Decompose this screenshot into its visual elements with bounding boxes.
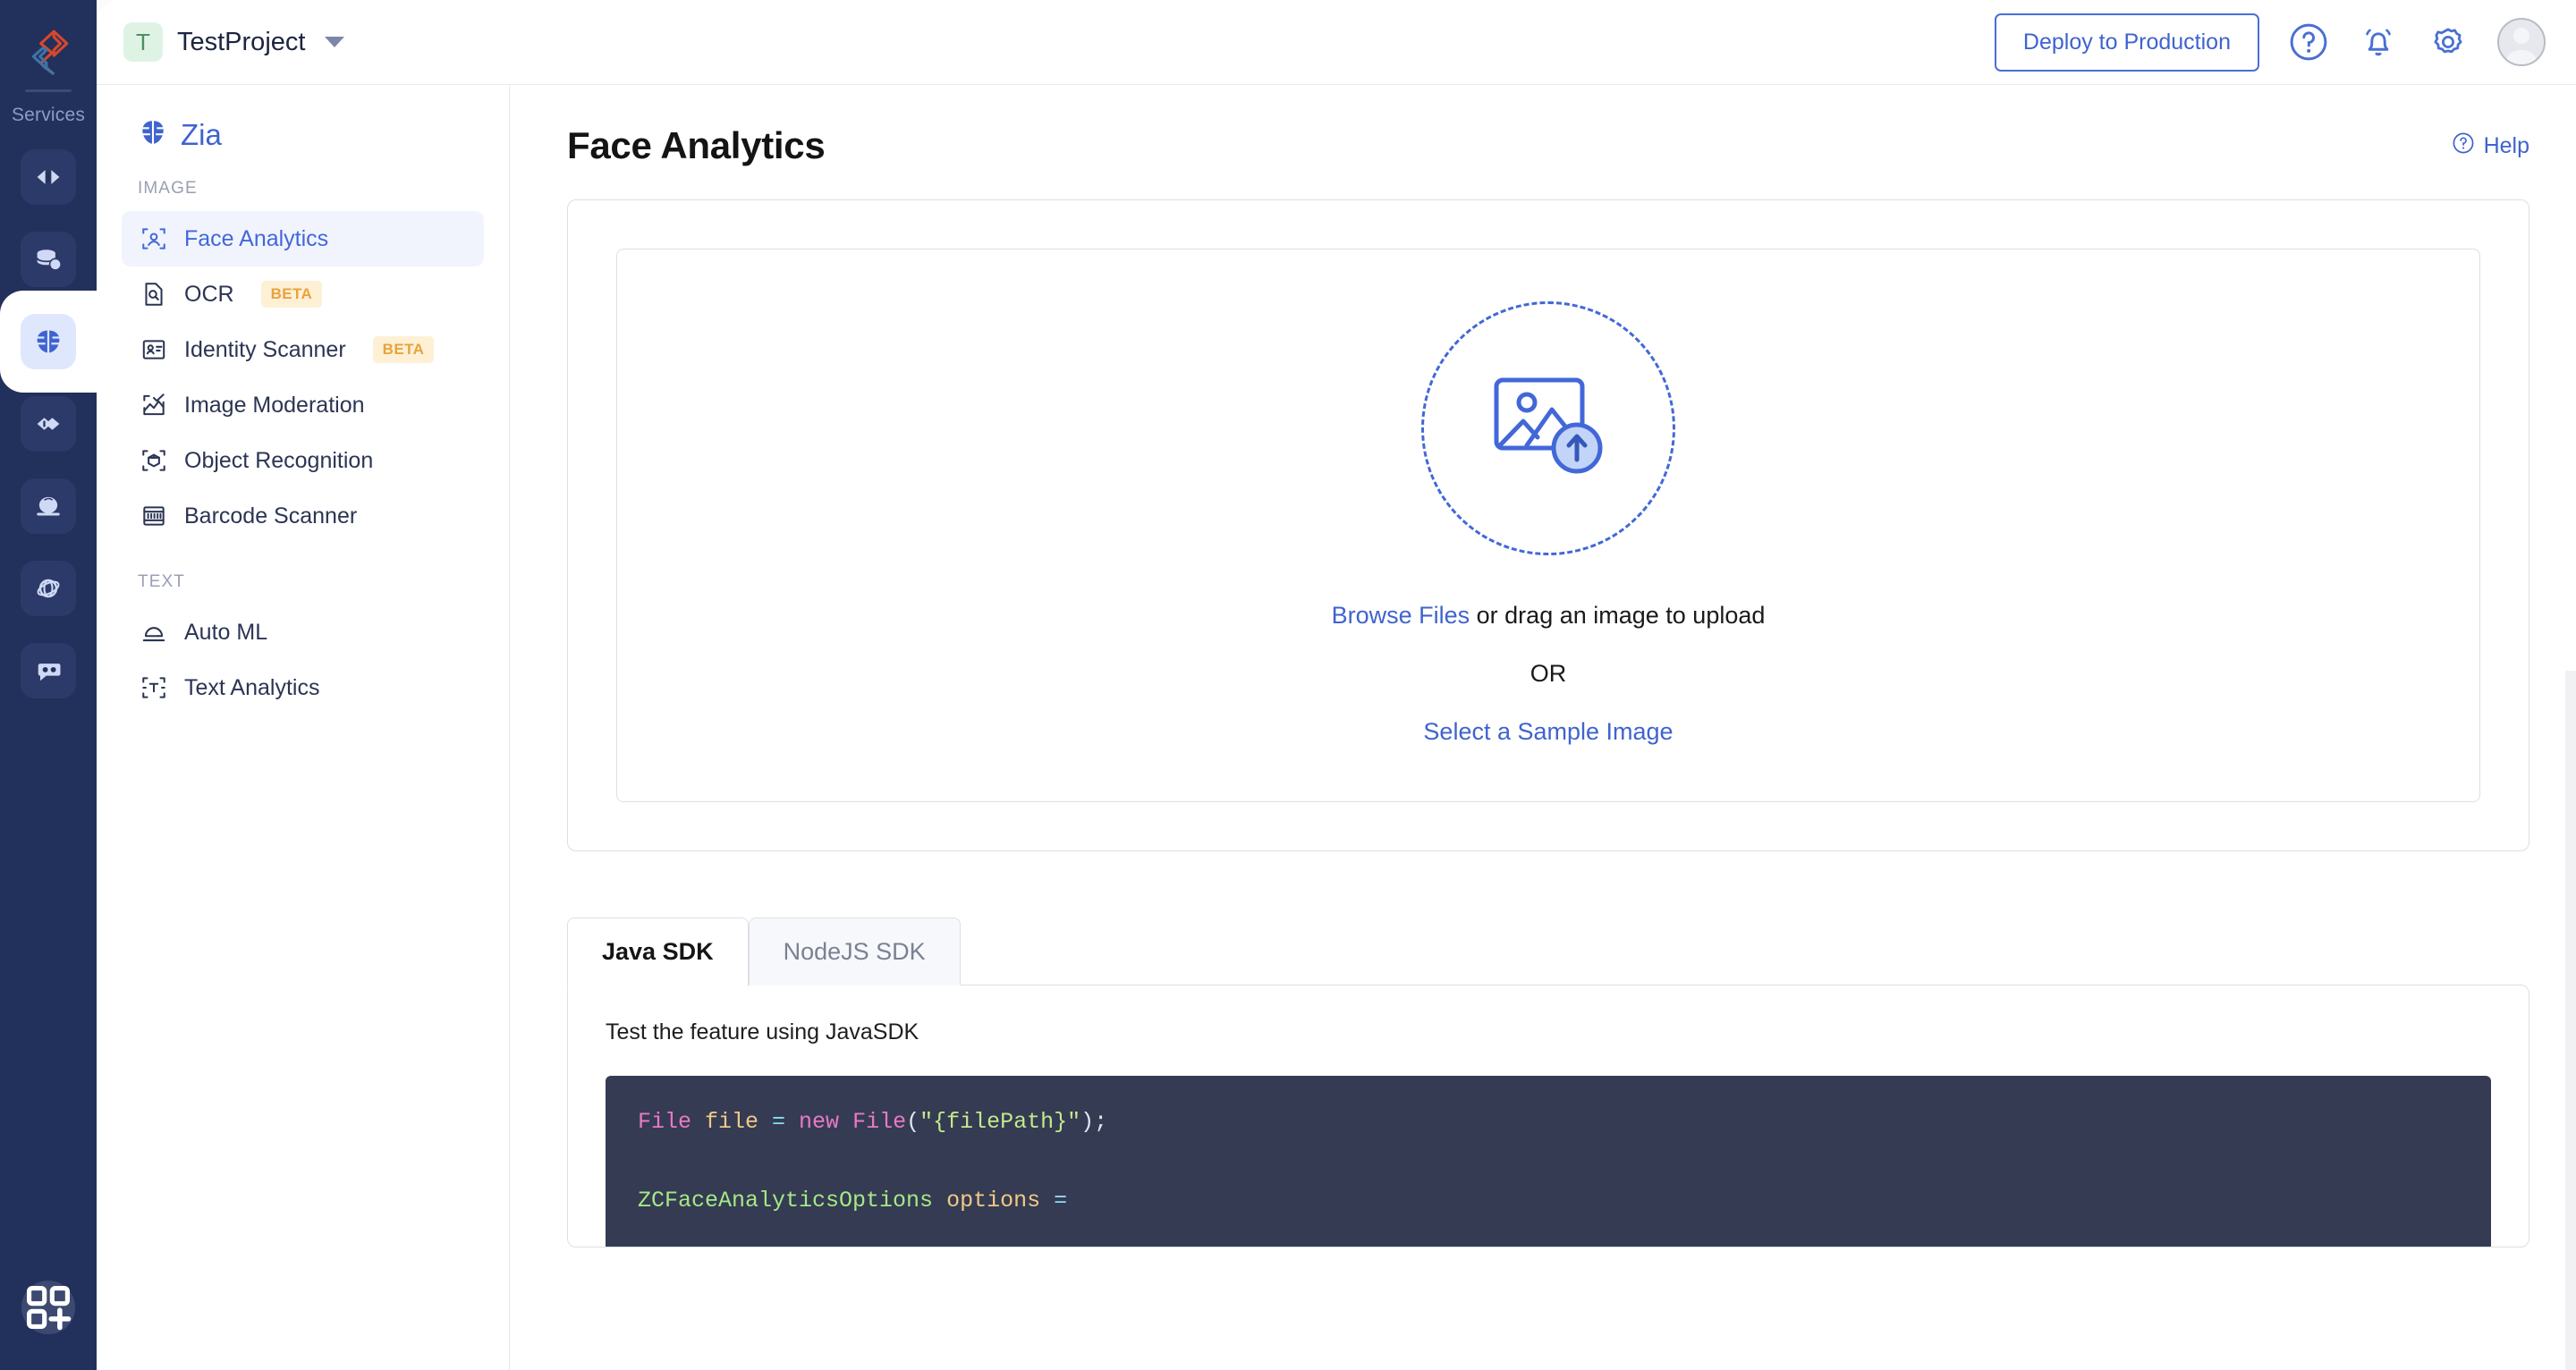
code-token: ZCFaceAnalyticsOptions (638, 1187, 934, 1214)
file-drop-zone[interactable]: Browse Files or drag an image to upload … (616, 249, 2480, 802)
code-token: = (1054, 1187, 1068, 1214)
code-token: File (638, 1109, 692, 1135)
question-circle-icon (2452, 131, 2475, 161)
nav-group-spacer (97, 544, 509, 572)
sidebar-item-ocr[interactable]: OCR BETA (122, 266, 484, 322)
rail-item-automl[interactable] (21, 478, 76, 534)
text-scan-icon (140, 673, 168, 702)
upload-circle (1421, 301, 1675, 555)
sidebar-item-label: Face Analytics (184, 225, 329, 251)
sidebar-item-label: Object Recognition (184, 447, 374, 473)
sdk-tabs-section: Java SDK NodeJS SDK Test the feature usi… (567, 918, 2529, 1248)
zia-sidebar: Zia IMAGE Face Analytics OCR BETA Identi… (97, 85, 510, 1370)
user-avatar-icon[interactable] (2497, 18, 2546, 66)
page-title: Face Analytics (567, 124, 826, 166)
body-row: Zia IMAGE Face Analytics OCR BETA Identi… (97, 85, 2576, 1370)
or-separator-label: OR (1530, 660, 1567, 687)
content-area: Face Analytics Help Browse Files or drag… (510, 85, 2576, 1370)
status-badge: BETA (372, 336, 435, 363)
nav-group-image-label: IMAGE (138, 179, 198, 198)
sidebar-item-text-analytics[interactable]: Text Analytics (122, 660, 484, 715)
rail-bottom-area (0, 1281, 97, 1334)
grid-plus-icon[interactable] (21, 1281, 75, 1334)
rail-item-devops[interactable] (21, 396, 76, 452)
image-upload-icon (1491, 375, 1606, 483)
tab-java-sdk[interactable]: Java SDK (567, 918, 749, 986)
face-scan-icon (140, 224, 168, 253)
cube-scan-icon (140, 446, 168, 475)
rail-item-datastore[interactable] (21, 232, 76, 287)
document-search-icon (140, 280, 168, 309)
sdk-tab-panel: Test the feature using JavaSDK File file… (567, 985, 2529, 1248)
page-scrollbar[interactable] (2565, 170, 2576, 1370)
id-card-icon (140, 335, 168, 364)
code-token: File (852, 1109, 907, 1135)
zia-brand-label: Zia (181, 117, 222, 151)
sidebar-item-label: Auto ML (184, 619, 268, 645)
browse-files-link[interactable]: Browse Files (1332, 602, 1470, 629)
bell-icon[interactable] (2358, 21, 2399, 63)
rail-services-label: Services (11, 105, 86, 125)
rail-item-network[interactable] (21, 561, 76, 616)
panel-description: Test the feature using JavaSDK (606, 1019, 919, 1044)
rail-item-zia[interactable] (0, 291, 97, 393)
sidebar-item-identity-scanner[interactable]: Identity Scanner BETA (122, 322, 484, 377)
code-token: file (691, 1109, 773, 1135)
help-link[interactable]: Help (2452, 131, 2529, 161)
code-token: "{filePath}" (919, 1109, 1081, 1135)
sidebar-item-barcode-scanner[interactable]: Barcode Scanner (122, 488, 484, 544)
zia-brain-icon (138, 117, 168, 152)
sidebar-item-label: Text Analytics (184, 674, 320, 700)
rail-item-list (0, 149, 97, 698)
status-badge: BETA (260, 281, 323, 308)
select-sample-image-link[interactable]: Select a Sample Image (1423, 718, 1673, 746)
sidebar-item-image-moderation[interactable]: Image Moderation (122, 377, 484, 433)
tab-nodejs-sdk[interactable]: NodeJS SDK (748, 918, 961, 985)
project-avatar: T (123, 22, 163, 62)
nav-group-text-label: TEXT (138, 572, 185, 591)
code-token: ( (906, 1109, 920, 1135)
question-circle-icon[interactable] (2288, 21, 2329, 63)
rail-item-chatbot[interactable] (21, 643, 76, 698)
top-header: T TestProject Deploy to Production (97, 0, 2576, 85)
zia-brand[interactable]: Zia (97, 110, 509, 152)
upload-instructions: Browse Files or drag an image to upload (1332, 602, 1766, 630)
drag-text: or drag an image to upload (1470, 602, 1766, 629)
image-check-icon (140, 391, 168, 419)
service-rail: Services (0, 0, 97, 1370)
deploy-to-production-button[interactable]: Deploy to Production (1994, 13, 2259, 72)
header-actions: Deploy to Production (1994, 13, 2546, 72)
sidebar-item-object-recognition[interactable]: Object Recognition (122, 433, 484, 488)
code-sample-block[interactable]: File file = new File("{filePath}"); ZCFa… (606, 1076, 2491, 1247)
code-token: new (799, 1109, 853, 1135)
barcode-icon (140, 502, 168, 530)
sidebar-item-label: OCR (184, 281, 234, 307)
rail-divider (25, 89, 72, 92)
chevron-down-icon[interactable] (325, 37, 345, 47)
code-token: ); (1080, 1109, 1108, 1135)
sidebar-item-auto-ml[interactable]: Auto ML (122, 605, 484, 660)
app-root: Services T TestProject Deploy to Product… (0, 0, 2576, 1370)
crystal-ball-icon (140, 618, 168, 647)
rail-item-code[interactable] (21, 149, 76, 205)
code-token: options (933, 1187, 1055, 1214)
main-column: T TestProject Deploy to Production Zia I… (97, 0, 2576, 1370)
sidebar-item-label: Identity Scanner (184, 336, 346, 362)
content-header: Face Analytics Help (567, 85, 2529, 167)
project-name: TestProject (177, 27, 306, 56)
help-label: Help (2483, 132, 2529, 158)
sdk-tab-list: Java SDK NodeJS SDK (567, 918, 2529, 986)
sidebar-item-label: Image Moderation (184, 392, 365, 418)
scrollbar-thumb[interactable] (2565, 170, 2576, 671)
sidebar-item-label: Barcode Scanner (184, 503, 358, 529)
sidebar-item-face-analytics[interactable]: Face Analytics (122, 211, 484, 266)
project-switcher[interactable]: T TestProject (123, 22, 345, 62)
code-token: = (772, 1109, 800, 1135)
upload-card: Browse Files or drag an image to upload … (567, 199, 2529, 851)
gear-icon[interactable] (2428, 21, 2469, 63)
catalyst-logo-icon[interactable] (21, 20, 75, 84)
